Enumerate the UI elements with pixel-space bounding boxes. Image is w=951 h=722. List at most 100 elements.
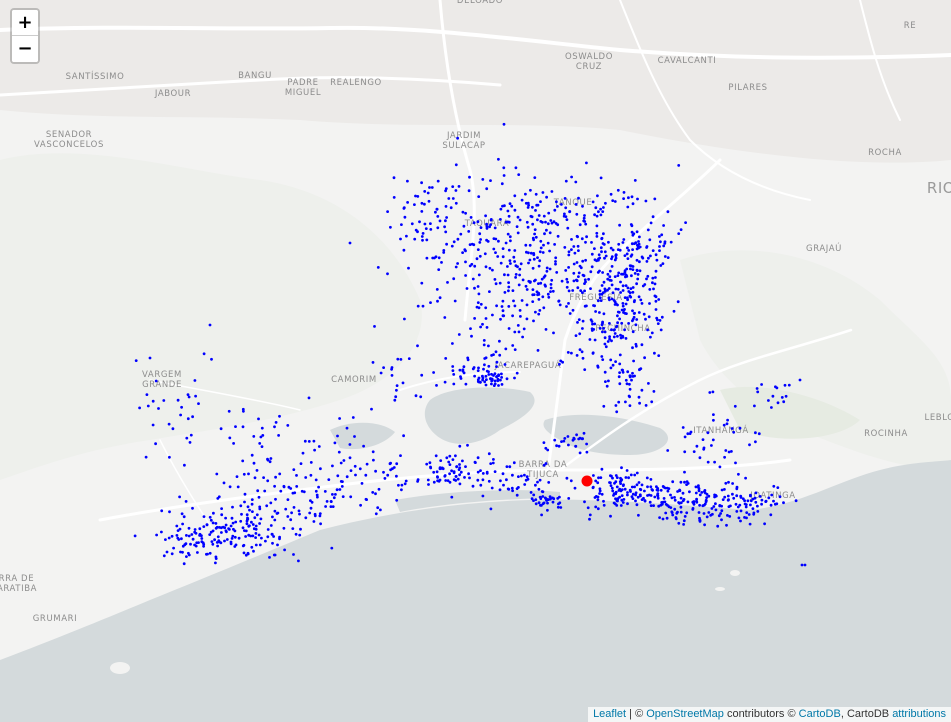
data-point[interactable] — [542, 441, 546, 444]
data-point[interactable] — [548, 231, 552, 235]
data-point[interactable] — [464, 274, 467, 277]
data-point[interactable] — [400, 488, 403, 492]
data-point[interactable] — [489, 218, 493, 221]
data-point[interactable] — [499, 261, 503, 265]
data-point[interactable] — [358, 467, 362, 471]
data-point[interactable] — [526, 225, 530, 229]
data-point[interactable] — [604, 380, 607, 383]
data-point[interactable] — [241, 459, 245, 463]
data-point[interactable] — [578, 451, 582, 455]
data-point[interactable] — [565, 218, 569, 222]
data-point[interactable] — [600, 250, 603, 254]
data-point[interactable] — [455, 465, 459, 468]
data-point[interactable] — [278, 472, 282, 476]
data-point[interactable] — [273, 484, 276, 488]
data-point[interactable] — [771, 394, 775, 398]
data-point[interactable] — [647, 382, 650, 385]
data-point[interactable] — [720, 504, 723, 508]
data-point[interactable] — [513, 260, 516, 263]
data-point[interactable] — [351, 416, 355, 419]
data-point[interactable] — [666, 486, 669, 490]
data-point[interactable] — [645, 260, 649, 263]
data-point[interactable] — [447, 197, 451, 200]
data-point[interactable] — [595, 231, 599, 235]
data-point[interactable] — [502, 122, 506, 126]
data-point[interactable] — [707, 494, 711, 498]
data-point[interactable] — [179, 413, 183, 417]
data-point[interactable] — [497, 384, 500, 387]
data-point[interactable] — [557, 444, 561, 448]
data-point[interactable] — [211, 529, 215, 533]
data-point[interactable] — [309, 461, 313, 464]
data-point[interactable] — [402, 434, 405, 438]
data-point[interactable] — [485, 378, 488, 381]
data-point[interactable] — [719, 512, 722, 515]
data-point[interactable] — [534, 209, 537, 212]
data-point[interactable] — [255, 513, 259, 517]
data-point[interactable] — [403, 482, 407, 486]
data-point[interactable] — [270, 532, 274, 536]
data-point[interactable] — [575, 433, 578, 437]
data-point[interactable] — [443, 225, 446, 229]
data-point[interactable] — [711, 390, 715, 394]
data-point[interactable] — [407, 357, 411, 360]
data-point[interactable] — [225, 530, 228, 534]
data-point[interactable] — [624, 337, 628, 340]
data-point[interactable] — [679, 496, 683, 500]
data-point[interactable] — [549, 219, 553, 222]
data-point[interactable] — [467, 230, 471, 233]
data-point[interactable] — [735, 510, 739, 513]
data-point[interactable] — [432, 371, 435, 374]
data-point[interactable] — [581, 327, 584, 330]
data-point[interactable] — [525, 250, 528, 254]
data-point[interactable] — [621, 284, 625, 288]
data-point[interactable] — [324, 505, 327, 508]
data-point[interactable] — [585, 450, 589, 454]
data-point[interactable] — [459, 375, 462, 378]
data-point[interactable] — [636, 197, 639, 201]
data-point[interactable] — [487, 479, 491, 483]
data-point[interactable] — [496, 377, 500, 381]
data-point[interactable] — [631, 346, 634, 350]
data-point[interactable] — [513, 304, 517, 308]
data-point[interactable] — [533, 228, 537, 232]
data-point[interactable] — [698, 493, 702, 497]
data-point[interactable] — [475, 257, 479, 261]
data-point[interactable] — [516, 215, 520, 219]
data-point[interactable] — [563, 437, 567, 440]
data-point[interactable] — [748, 522, 752, 526]
data-point[interactable] — [154, 442, 158, 446]
data-point[interactable] — [745, 516, 748, 520]
data-point[interactable] — [537, 298, 541, 301]
data-point[interactable] — [448, 454, 452, 458]
data-point[interactable] — [556, 234, 560, 238]
data-point[interactable] — [666, 210, 670, 214]
data-point[interactable] — [731, 492, 734, 496]
data-point[interactable] — [436, 179, 440, 183]
data-point[interactable] — [618, 223, 621, 227]
data-point[interactable] — [145, 393, 149, 396]
data-point[interactable] — [576, 244, 580, 248]
data-point[interactable] — [620, 494, 624, 497]
data-point[interactable] — [598, 269, 601, 273]
data-point[interactable] — [648, 288, 652, 291]
data-point[interactable] — [452, 373, 456, 376]
data-point[interactable] — [594, 505, 598, 509]
data-point[interactable] — [362, 444, 365, 448]
data-point[interactable] — [266, 528, 270, 531]
data-point[interactable] — [603, 342, 607, 346]
data-point[interactable] — [258, 442, 262, 445]
data-point[interactable] — [600, 355, 604, 358]
data-point[interactable] — [545, 195, 548, 199]
data-point[interactable] — [627, 196, 630, 200]
data-point[interactable] — [151, 399, 155, 403]
data-point[interactable] — [476, 285, 480, 288]
data-point[interactable] — [182, 515, 186, 519]
data-point[interactable] — [487, 452, 491, 456]
data-point[interactable] — [633, 272, 637, 275]
data-point[interactable] — [572, 271, 576, 275]
data-point[interactable] — [301, 451, 305, 455]
data-point[interactable] — [633, 374, 636, 378]
data-point[interactable] — [255, 469, 259, 472]
data-point[interactable] — [549, 290, 552, 293]
